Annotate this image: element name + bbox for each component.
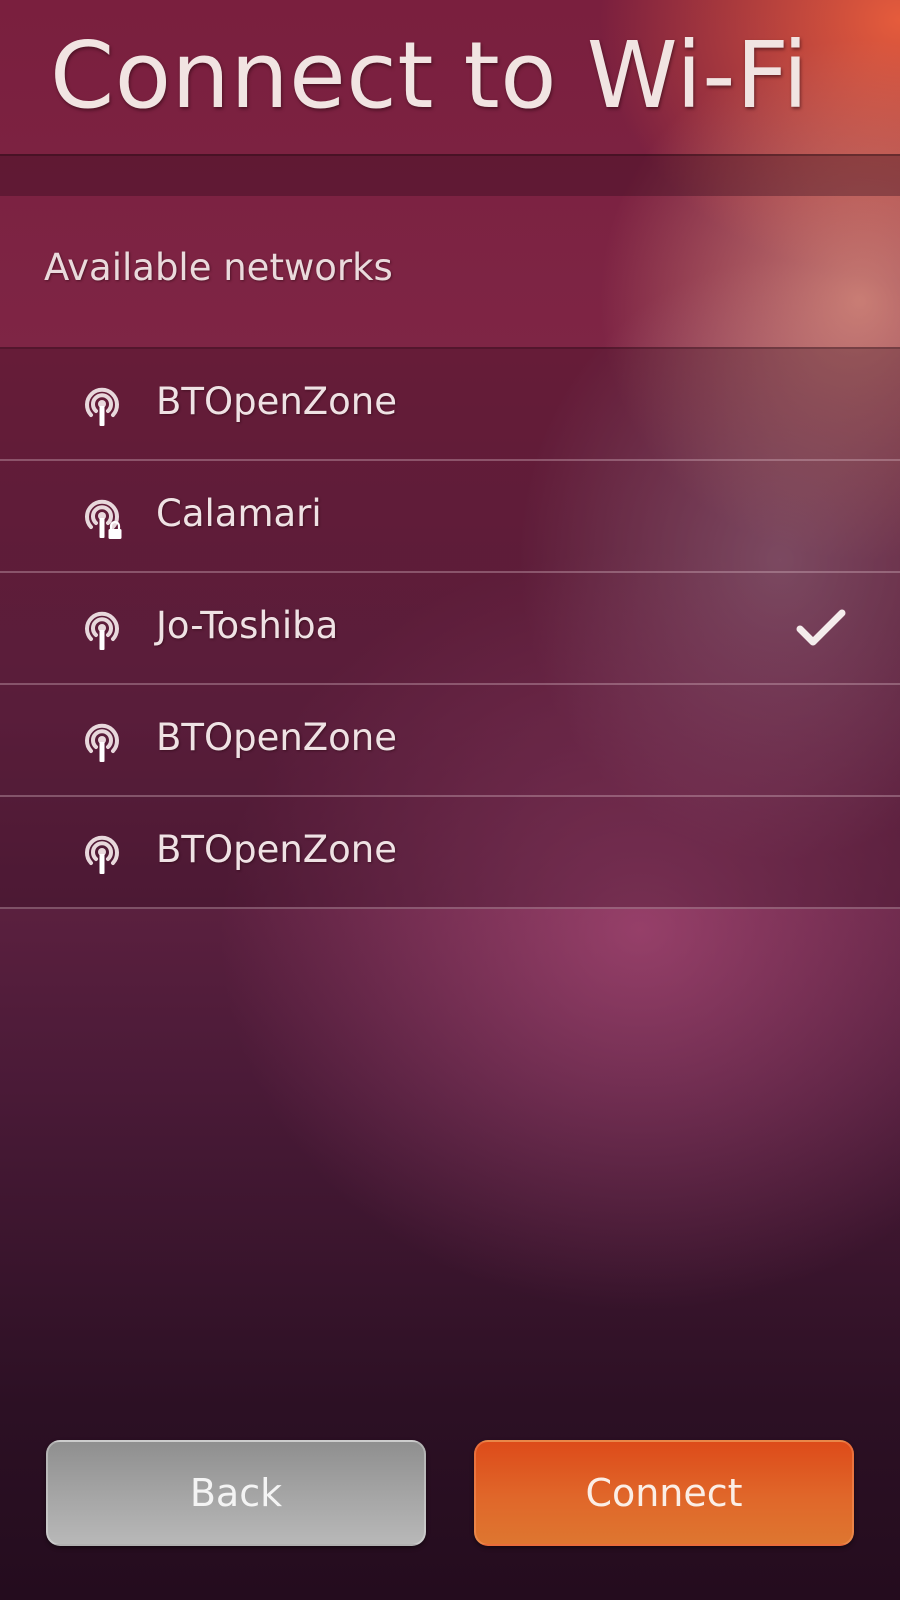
network-name: BTOpenZone bbox=[156, 716, 398, 759]
network-row-btopenzone-1[interactable]: BTOpenZone bbox=[0, 349, 900, 461]
wifi-signal-icon bbox=[85, 723, 119, 762]
section-label: Available networks bbox=[44, 246, 393, 289]
connect-button-label: Connect bbox=[585, 1471, 743, 1515]
wifi-signal-icon bbox=[85, 835, 119, 874]
network-name: BTOpenZone bbox=[156, 828, 398, 871]
network-name: Calamari bbox=[156, 492, 322, 535]
wifi-signal-icon bbox=[85, 611, 119, 650]
wifi-signal-locked-icon bbox=[85, 499, 122, 539]
network-name: BTOpenZone bbox=[156, 380, 398, 423]
network-row-calamari[interactable]: Calamari bbox=[0, 461, 900, 573]
connect-button[interactable]: Connect bbox=[474, 1440, 854, 1546]
network-row-btopenzone-2[interactable]: BTOpenZone bbox=[0, 685, 900, 797]
network-list: BTOpenZone Calamari Jo-Toshiba BTOpenZon… bbox=[0, 347, 900, 909]
page-title: Connect to Wi-Fi bbox=[50, 22, 809, 129]
back-button[interactable]: Back bbox=[46, 1440, 426, 1546]
header: Connect to Wi-Fi bbox=[0, 0, 900, 156]
wifi-signal-icon bbox=[85, 387, 119, 426]
network-row-btopenzone-3[interactable]: BTOpenZone bbox=[0, 797, 900, 909]
network-row-jo-toshiba[interactable]: Jo-Toshiba bbox=[0, 573, 900, 685]
back-button-label: Back bbox=[189, 1471, 283, 1515]
header-divider bbox=[0, 156, 900, 196]
checkmark-icon bbox=[796, 609, 846, 646]
network-name: Jo-Toshiba bbox=[156, 604, 339, 647]
